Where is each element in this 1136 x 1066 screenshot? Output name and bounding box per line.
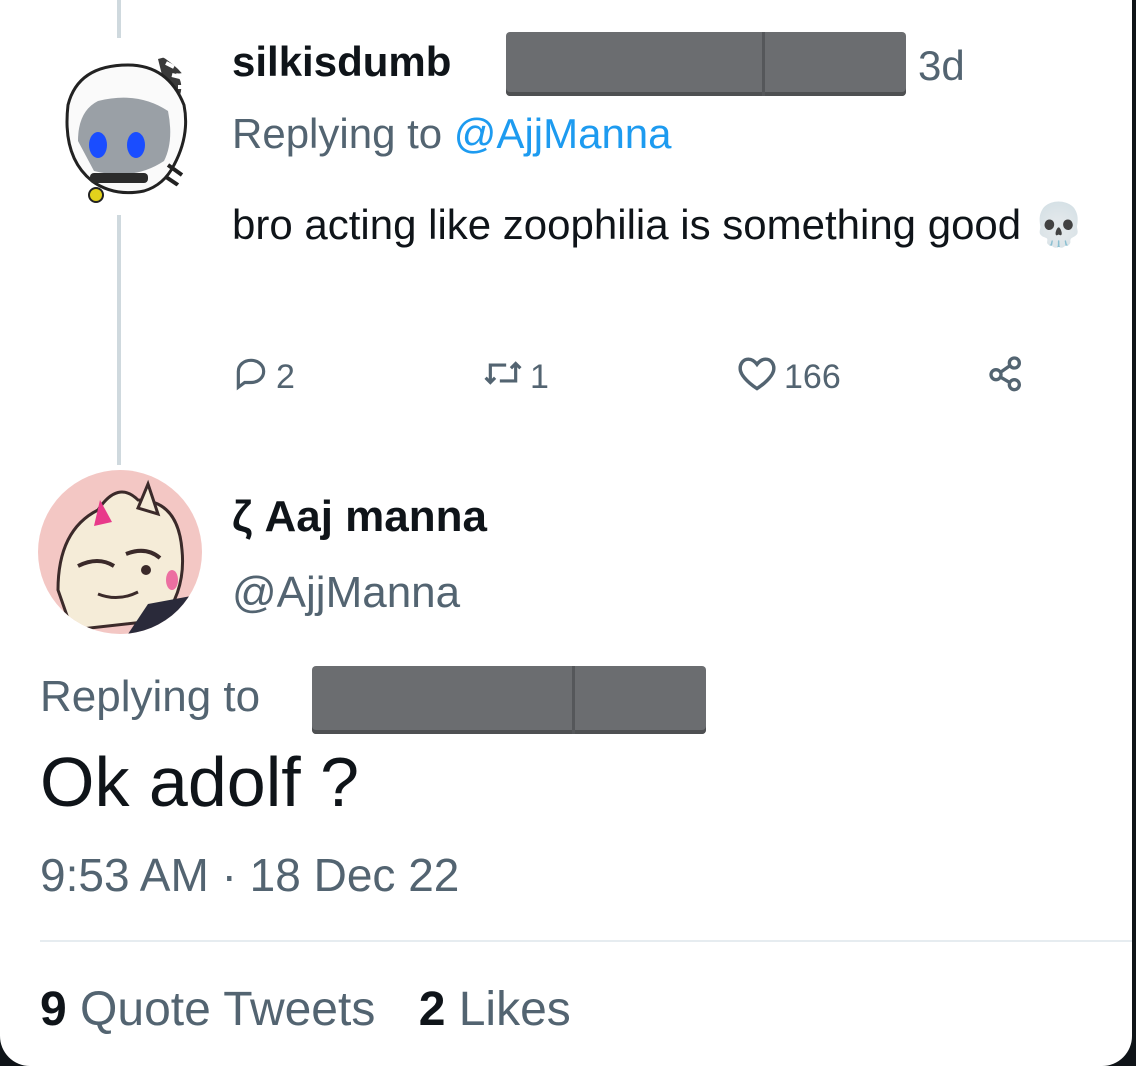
redacted-handle-block: [506, 32, 906, 96]
tweet-time: 9:53 AM: [40, 849, 209, 901]
replying-to-label: Replying to: [232, 110, 443, 157]
likes-count: 2: [418, 983, 446, 1036]
avatar[interactable]: [38, 45, 202, 209]
tweet-date: 18 Dec 22: [249, 849, 460, 901]
author-display-name[interactable]: ζ Aaj manna: [232, 492, 487, 542]
replying-to-label: Replying to: [40, 672, 261, 721]
tweet-timestamp[interactable]: 3d: [918, 42, 965, 90]
like-count: 166: [784, 357, 841, 396]
retweet-count: 1: [530, 357, 549, 396]
divider: [40, 940, 1132, 942]
share-icon: [986, 353, 1026, 402]
replying-to-line: Replying to @AjjManna: [232, 110, 672, 158]
reply-button[interactable]: 2: [232, 355, 295, 399]
retweet-icon: [482, 354, 524, 401]
quote-count: 9: [40, 983, 67, 1036]
reply-icon: [232, 354, 270, 401]
thread-connector-line: [117, 215, 121, 465]
heart-icon: [736, 354, 778, 401]
mention-link[interactable]: @AjjManna: [454, 110, 672, 157]
engagement-stats: 9 Quote Tweets 2 Likes: [40, 982, 601, 1037]
reply-count: 2: [276, 357, 295, 396]
quote-label: Quote Tweets: [80, 983, 376, 1036]
author-display-name[interactable]: silkisdumb: [232, 38, 451, 86]
quote-tweets-link[interactable]: 9 Quote Tweets: [40, 983, 389, 1036]
likes-label: Likes: [458, 983, 571, 1036]
tweet-text-body: bro acting like zoophilia is something g…: [232, 201, 1022, 248]
author-handle[interactable]: @AjjManna: [232, 568, 460, 618]
avatar[interactable]: [38, 470, 202, 634]
tweet-timestamp[interactable]: 9:53 AM · 18 Dec 22: [40, 848, 459, 902]
thread-connector-line: [117, 0, 121, 38]
skull-emoji-icon: 💀: [1032, 201, 1086, 248]
meta-separator: ·: [221, 849, 237, 901]
like-button[interactable]: 166: [736, 355, 841, 399]
likes-link[interactable]: 2 Likes: [419, 983, 571, 1036]
tweet-text: Ok adolf ?: [40, 743, 360, 821]
tweet-text: bro acting like zoophilia is something g…: [232, 190, 1092, 260]
retweet-button[interactable]: 1: [482, 355, 549, 399]
redacted-handle-block: [312, 666, 706, 734]
tweet-thread-card: silkisdumb 3d Replying to @AjjManna bro …: [0, 0, 1132, 1066]
share-button[interactable]: [986, 355, 1026, 399]
